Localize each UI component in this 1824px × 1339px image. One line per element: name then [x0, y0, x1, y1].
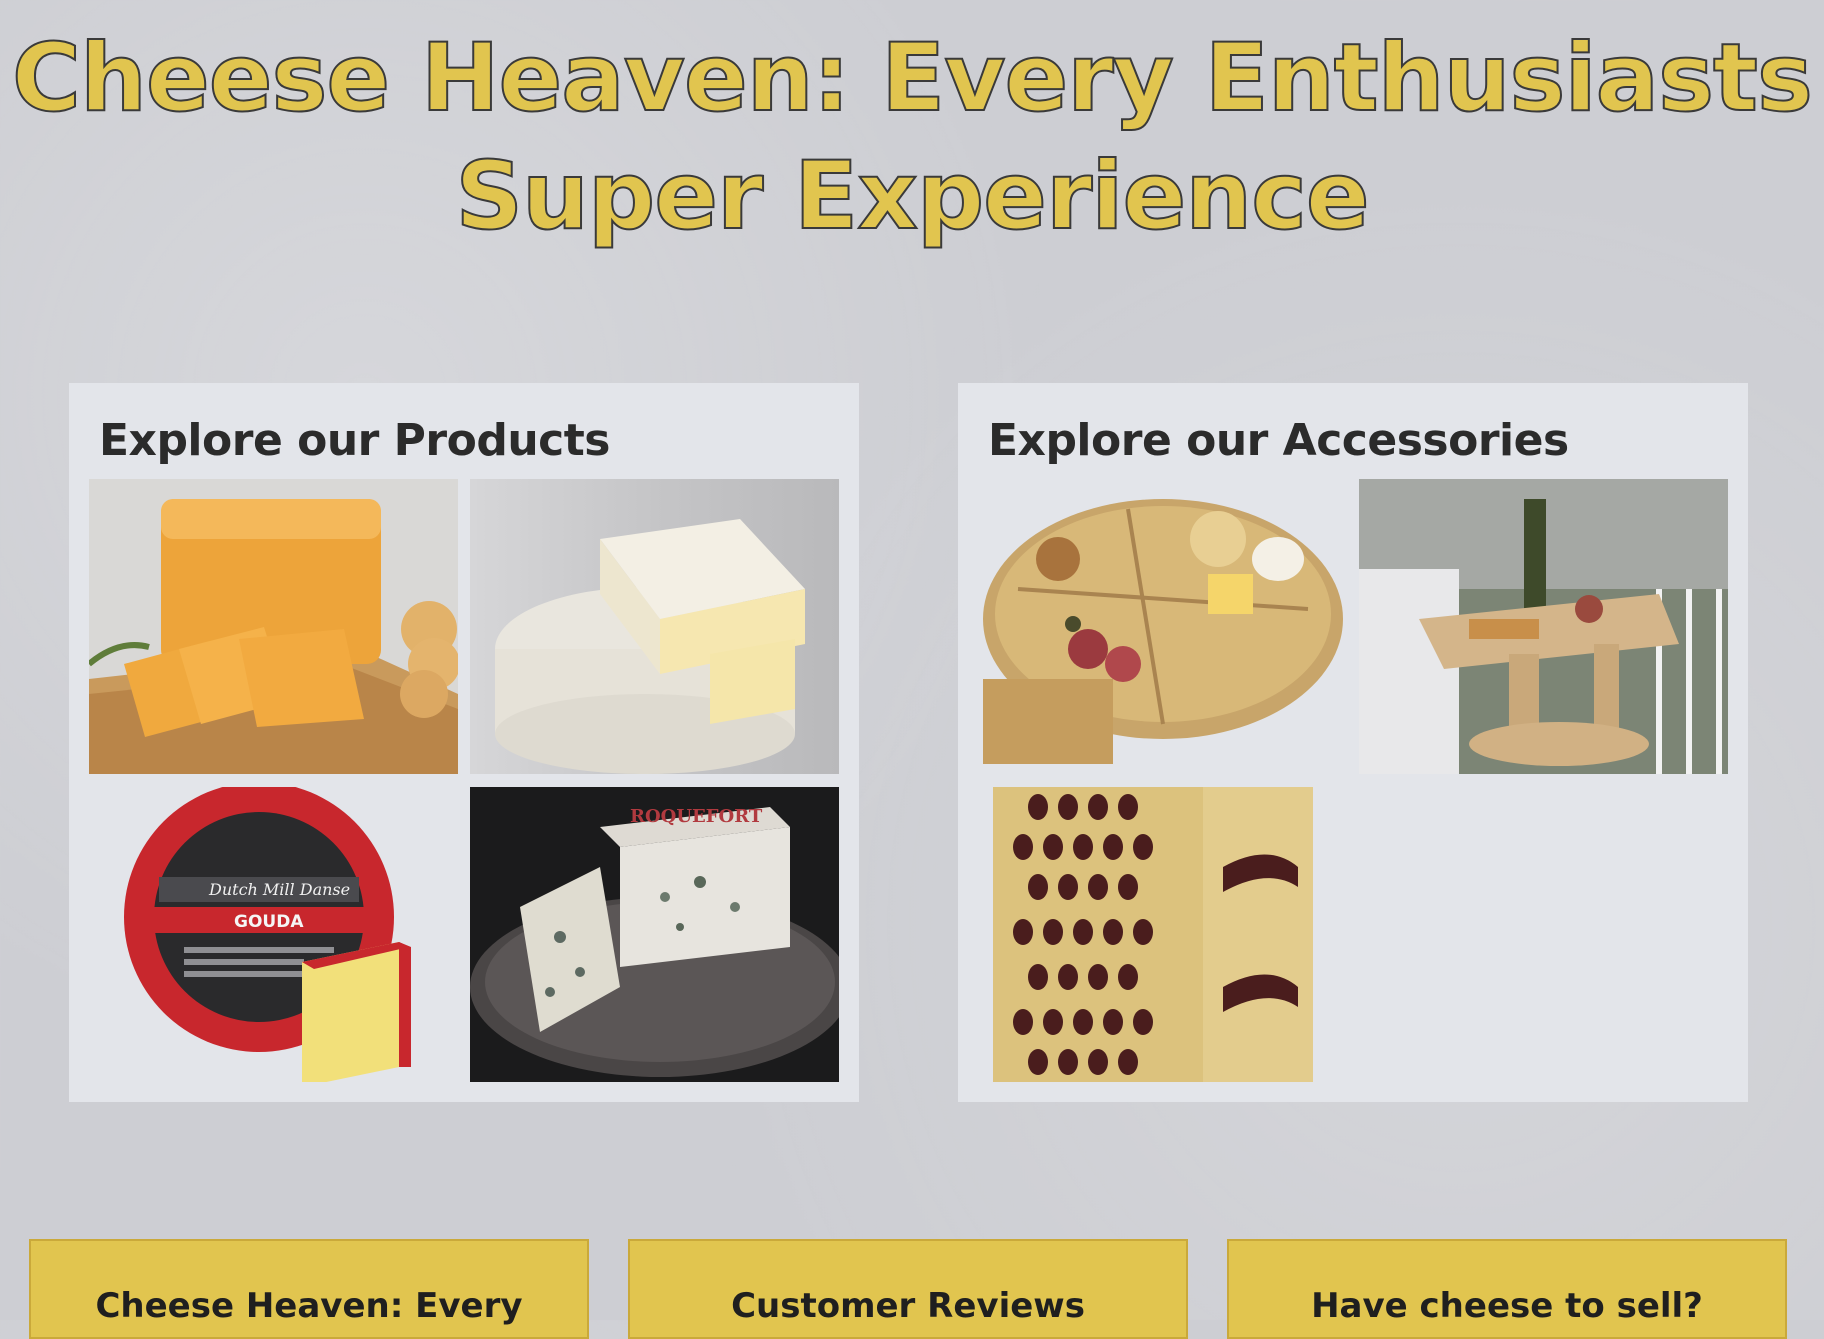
customer-reviews-button[interactable]: Customer Reviews	[628, 1239, 1188, 1339]
footer-actions: Cheese Heaven: Every Customer Reviews Ha…	[0, 1239, 1824, 1339]
page-title: Cheese Heaven: Every Enthusiasts Super E…	[0, 20, 1824, 256]
cheese-grater-image[interactable]	[978, 787, 1347, 1082]
page-title-line-2: Super Experience	[454, 141, 1370, 252]
page-title-line-1: Cheese Heaven: Every Enthusiasts	[11, 23, 1814, 134]
charcuterie-board-image[interactable]	[978, 479, 1347, 774]
gouda-type-text: GOUDA	[234, 912, 304, 932]
cheddar-cheese-image[interactable]	[89, 479, 458, 774]
roquefort-label-text: ROQUEFORT	[630, 806, 763, 827]
wine-table-image[interactable]	[1359, 479, 1728, 774]
sell-cheese-button[interactable]: Have cheese to sell?	[1227, 1239, 1787, 1339]
products-panel: Explore our Products Dutch Mill Danse GO…	[69, 383, 859, 1102]
brie-cheese-image[interactable]	[470, 479, 839, 774]
gouda-brand-text: Dutch Mill Danse	[208, 880, 350, 899]
cheese-heaven-button[interactable]: Cheese Heaven: Every	[29, 1239, 589, 1339]
accessories-panel: Explore our Accessories	[958, 383, 1748, 1102]
products-heading: Explore our Products	[99, 415, 610, 466]
gouda-cheese-image[interactable]: Dutch Mill Danse GOUDA	[89, 787, 458, 1082]
roquefort-cheese-image[interactable]: ROQUEFORT	[470, 787, 839, 1082]
accessories-heading: Explore our Accessories	[988, 415, 1569, 466]
